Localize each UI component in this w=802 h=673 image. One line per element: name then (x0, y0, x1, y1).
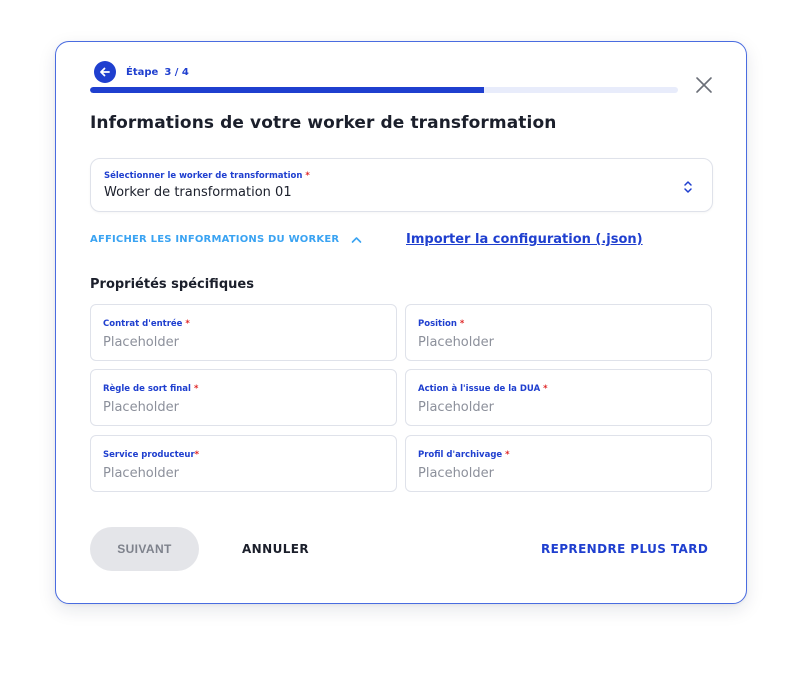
worker-select[interactable]: Sélectionner le worker de transformation… (90, 158, 713, 212)
required-mark: * (543, 384, 548, 394)
back-button[interactable] (94, 61, 116, 83)
next-button[interactable]: SUIVANT (90, 527, 199, 571)
field-regle-sort-final[interactable]: Règle de sort final * Placeholder (90, 369, 397, 426)
field-label: Position * (418, 319, 465, 329)
chevron-up-icon (351, 236, 362, 243)
resume-later-button[interactable]: REPRENDRE PLUS TARD (541, 542, 708, 556)
step-indicator: Étape 3 / 4 (94, 61, 189, 83)
close-button[interactable] (694, 75, 714, 95)
required-mark: * (305, 171, 310, 181)
modal-title: Informations de votre worker de transfor… (90, 113, 557, 133)
field-placeholder: Placeholder (103, 335, 179, 350)
toggle-worker-info[interactable]: AFFICHER LES INFORMATIONS DU WORKER (90, 234, 362, 245)
field-action-dua[interactable]: Action à l'issue de la DUA * Placeholder (405, 369, 712, 426)
required-mark: * (185, 319, 190, 329)
section-title: Propriétés spécifiques (90, 277, 254, 292)
arrow-left-icon (100, 67, 110, 77)
progress-bar (90, 87, 678, 93)
field-label: Action à l'issue de la DUA * (418, 384, 548, 394)
chevron-updown-icon (684, 181, 692, 193)
field-label: Règle de sort final * (103, 384, 199, 394)
field-label: Profil d'archivage * (418, 450, 510, 460)
progress-fill (90, 87, 484, 93)
import-config-link[interactable]: Importer la configuration (.json) (406, 232, 643, 247)
field-contrat-entree[interactable]: Contrat d'entrée * Placeholder (90, 304, 397, 361)
required-mark: * (193, 384, 199, 394)
field-position[interactable]: Position * Placeholder (405, 304, 712, 361)
field-placeholder: Placeholder (418, 400, 494, 415)
step-counter: 3 / 4 (164, 66, 189, 78)
step-label: Étape (126, 66, 159, 78)
field-placeholder: Placeholder (418, 335, 494, 350)
worker-config-modal: Étape 3 / 4 Informations de votre worker… (55, 41, 747, 604)
field-placeholder: Placeholder (103, 400, 179, 415)
close-icon (696, 77, 712, 93)
cancel-button[interactable]: ANNULER (242, 542, 309, 556)
field-placeholder: Placeholder (418, 466, 494, 481)
field-label: Service producteur* (103, 450, 200, 460)
field-placeholder: Placeholder (103, 466, 179, 481)
field-profil-archivage[interactable]: Profil d'archivage * Placeholder (405, 435, 712, 492)
field-label: Contrat d'entrée * (103, 319, 190, 329)
worker-select-value: Worker de transformation 01 (104, 185, 292, 200)
required-mark: * (194, 450, 200, 460)
worker-select-label: Sélectionner le worker de transformation… (104, 171, 310, 181)
required-mark: * (505, 450, 510, 460)
field-service-producteur[interactable]: Service producteur* Placeholder (90, 435, 397, 492)
required-mark: * (459, 319, 465, 329)
